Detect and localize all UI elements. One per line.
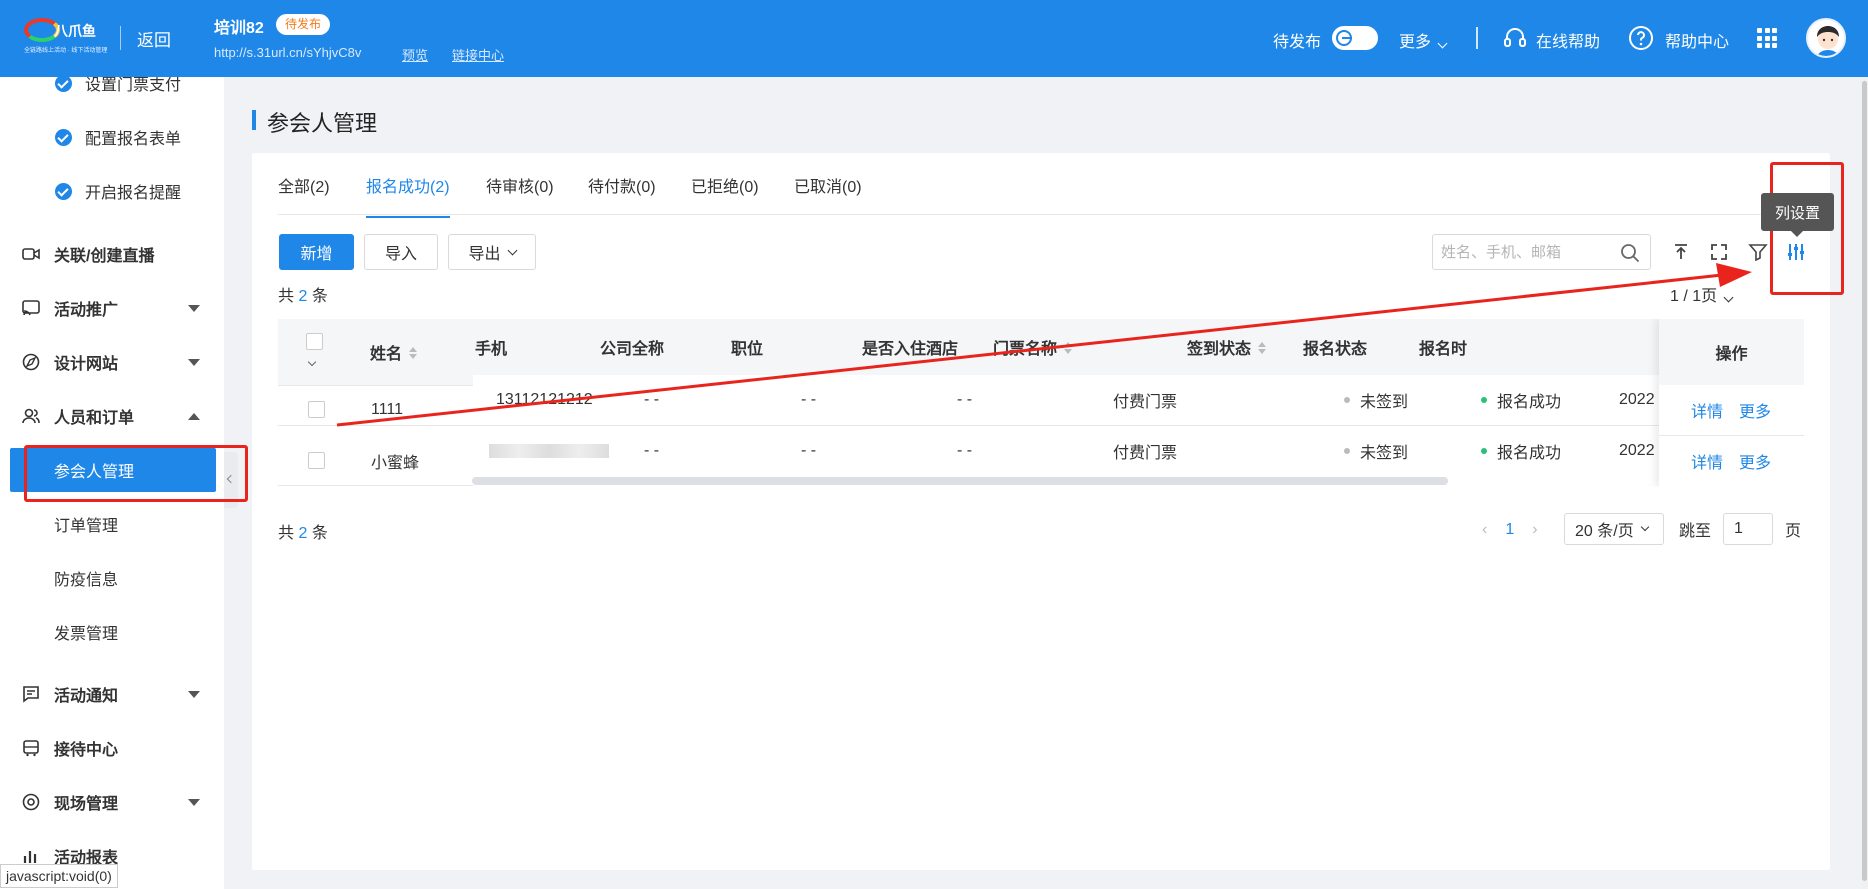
annotation-arrow bbox=[336, 263, 1752, 427]
page-vertical-scrollbar[interactable] bbox=[1861, 77, 1868, 889]
